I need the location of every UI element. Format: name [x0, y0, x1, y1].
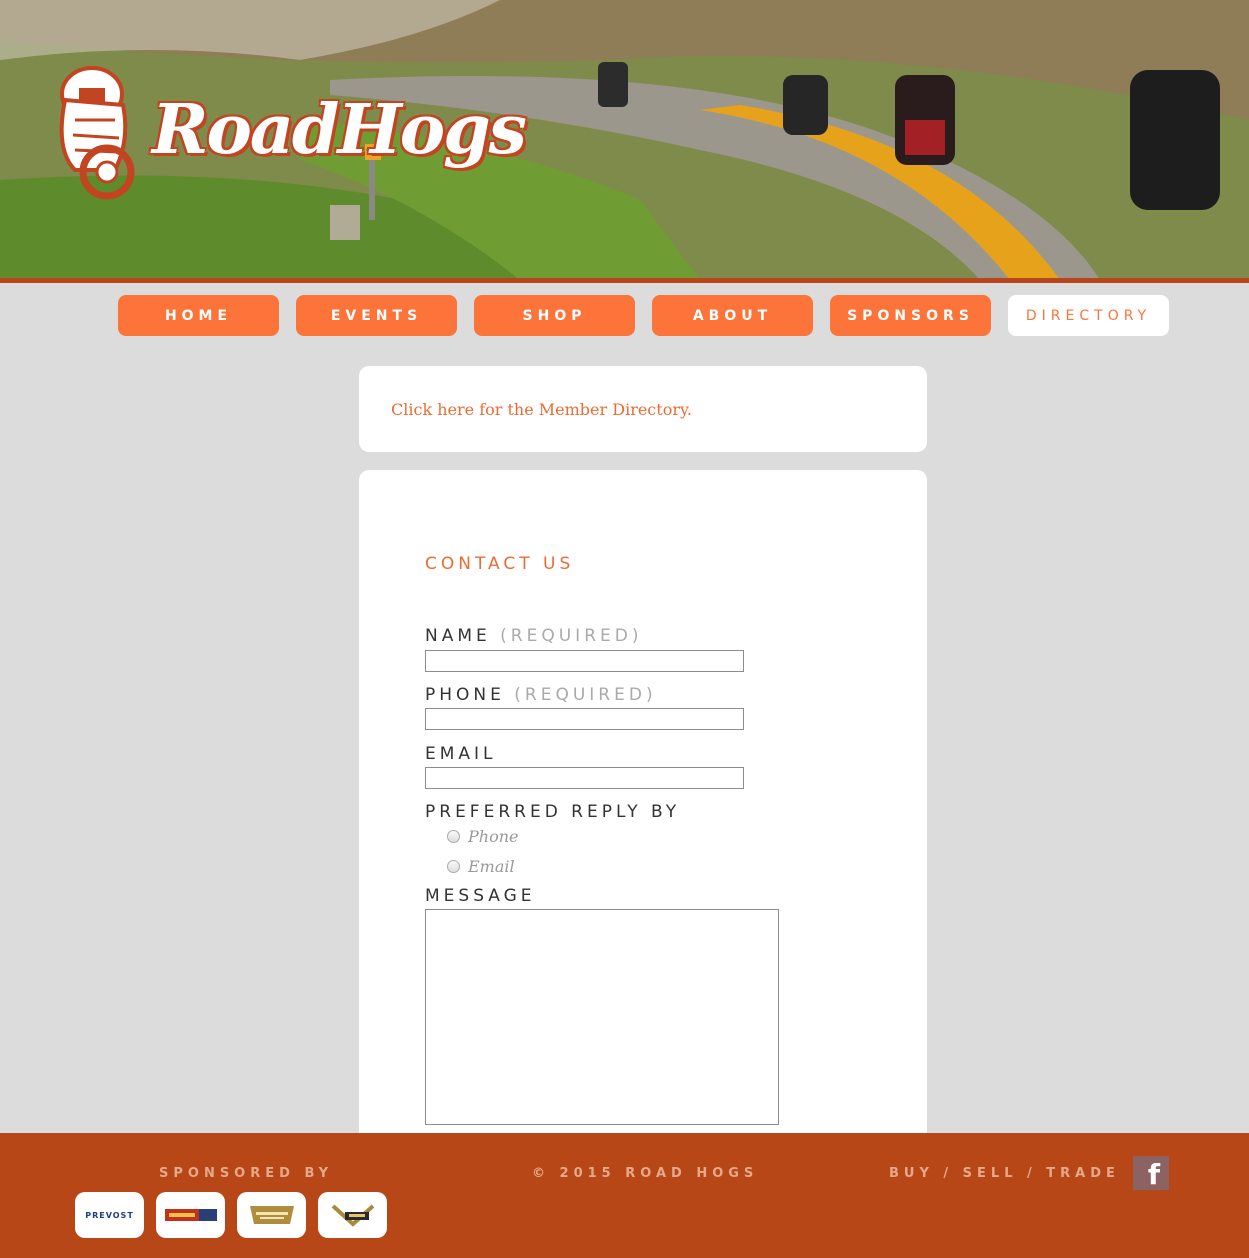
email-radio-label: Email — [468, 857, 515, 876]
message-label: MESSAGE — [425, 886, 536, 906]
nav-shop[interactable]: SHOP — [474, 295, 635, 336]
copyright-text: © 2015 ROAD HOGS — [532, 1166, 759, 1181]
logo-wordmark: RoadHogs — [152, 90, 527, 170]
message-textarea[interactable] — [425, 909, 779, 1125]
contact-card: CONTACT US NAME (REQUIRED) PHONE (REQUIR… — [359, 470, 927, 1170]
header-banner: RoadHogs — [0, 0, 1249, 280]
email-radio[interactable] — [447, 860, 460, 873]
main-nav: HOME EVENTS SHOP ABOUT SPONSORS DIRECTOR… — [118, 295, 1169, 336]
facebook-glyph: f — [1147, 1158, 1161, 1191]
sponsor-logos: PREVOST — [75, 1192, 387, 1238]
buy-sell-trade-link[interactable]: BUY / SELL / TRADE — [889, 1166, 1120, 1181]
contact-title: CONTACT US — [425, 554, 575, 574]
sponsor-prevost-logo[interactable]: PREVOST — [75, 1192, 144, 1238]
reply-option-phone[interactable]: Phone — [447, 827, 518, 846]
name-label-text: NAME — [425, 626, 491, 646]
motorsports-logo-icon — [164, 1209, 217, 1221]
liberty-coach-logo-icon — [249, 1206, 294, 1224]
site-footer: SPONSORED BY PREVOST © 2015 ROAD HOGS BU… — [0, 1133, 1249, 1258]
motorcycle-rider-icon — [59, 66, 135, 200]
nav-about[interactable]: ABOUT — [652, 295, 813, 336]
sponsor-motorsports-logo[interactable] — [156, 1192, 225, 1238]
phone-label: PHONE (REQUIRED) — [425, 685, 657, 705]
sponsor-liberty-coach-logo[interactable] — [237, 1192, 306, 1238]
name-required-note: (REQUIRED) — [500, 626, 643, 646]
directory-card: Click here for the Member Directory. — [359, 366, 927, 452]
email-field[interactable] — [425, 767, 744, 789]
sponsored-by-heading: SPONSORED BY — [159, 1166, 334, 1181]
sponsor-vogue-logo[interactable] — [318, 1192, 387, 1238]
banner-divider — [0, 278, 1249, 283]
phone-radio[interactable] — [447, 830, 460, 843]
nav-events[interactable]: EVENTS — [296, 295, 457, 336]
facebook-icon[interactable]: f — [1133, 1156, 1169, 1190]
email-label: EMAIL — [425, 744, 497, 764]
vogue-logo-icon — [331, 1204, 374, 1227]
sponsor-prevost-text: PREVOST — [85, 1210, 134, 1220]
nav-directory[interactable]: DIRECTORY — [1008, 295, 1169, 336]
phone-required-note: (REQUIRED) — [514, 685, 657, 705]
nav-sponsors[interactable]: SPONSORS — [830, 295, 991, 336]
site-logo[interactable]: RoadHogs — [45, 60, 527, 200]
phone-field[interactable] — [425, 708, 744, 730]
reply-option-email[interactable]: Email — [447, 857, 515, 876]
phone-radio-label: Phone — [468, 827, 519, 846]
phone-label-text: PHONE — [425, 685, 505, 705]
name-field[interactable] — [425, 650, 744, 672]
member-directory-link[interactable]: Click here for the Member Directory. — [391, 400, 692, 419]
name-label: NAME (REQUIRED) — [425, 626, 642, 646]
nav-home[interactable]: HOME — [118, 295, 279, 336]
preferred-reply-label: PREFERRED REPLY BY — [425, 802, 681, 822]
